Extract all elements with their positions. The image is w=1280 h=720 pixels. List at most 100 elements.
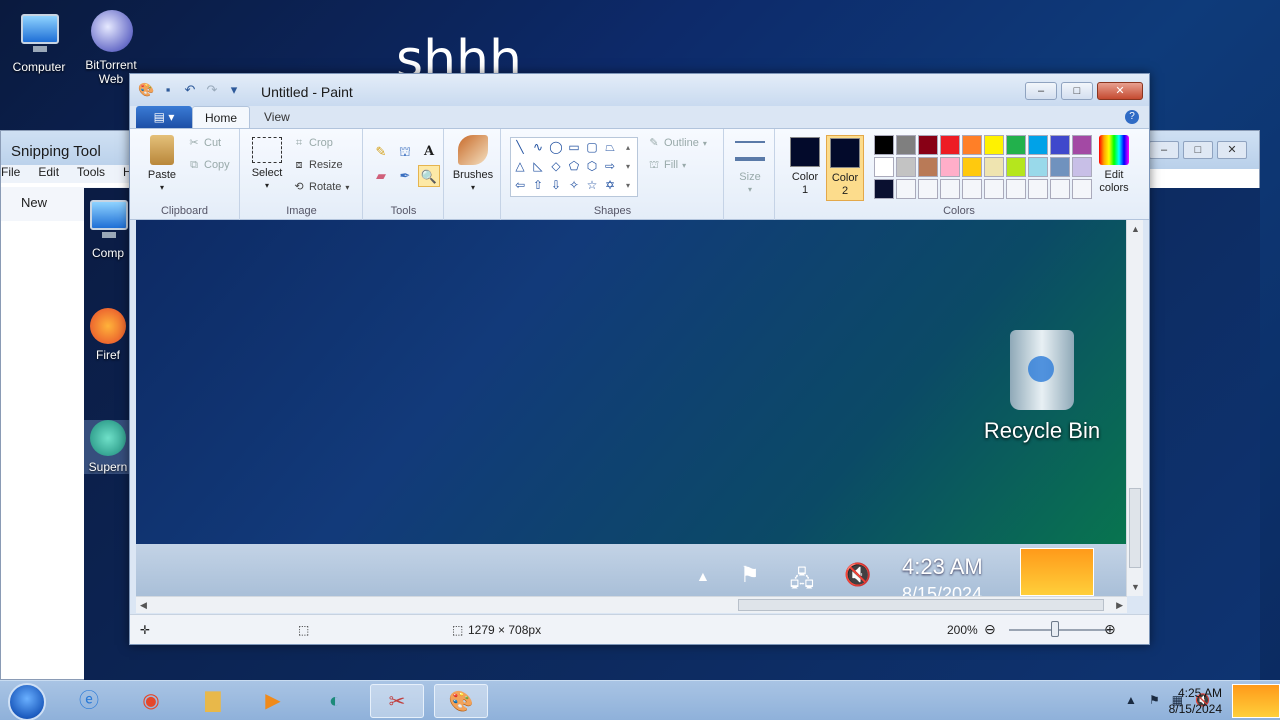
fill-bucket-icon[interactable]: ⛫ <box>394 141 416 163</box>
minimize-button[interactable]: – <box>1149 141 1179 159</box>
line-shape-icon[interactable]: ╲ <box>511 138 529 157</box>
six-point-star-shape-icon[interactable]: ✡ <box>601 176 619 195</box>
hexagon-shape-icon[interactable]: ⬡ <box>583 157 601 176</box>
paint-window[interactable]: 🎨 ▪ ↶ ↷ ▾ Untitled - Paint – □ ✕ ▤ ▾ Hom… <box>129 73 1150 645</box>
left-arrow-shape-icon[interactable]: ⇦ <box>511 176 529 195</box>
text-icon[interactable]: A <box>418 141 440 163</box>
menu-edit[interactable]: Edit <box>38 165 59 183</box>
vertical-scrollbar[interactable]: ▲ ▼ <box>1126 220 1143 596</box>
scroll-left-arrow[interactable]: ◀ <box>140 600 147 611</box>
shapes-gallery[interactable]: ╲ ∿ ◯ ▭ ▢ ⏢ ▴ △ ◺ ◇ ⬠ ⬡ ⇨ ▾ ⇦ ⇧ ⇩ ✧ ☆ ✡ ▾ <box>510 137 638 197</box>
scroll-thumb[interactable] <box>738 599 1104 611</box>
palette-swatch[interactable] <box>1006 135 1026 155</box>
color1-button[interactable]: Color 1 <box>786 135 824 196</box>
rounded-rectangle-shape-icon[interactable]: ▢ <box>583 138 601 157</box>
maximize-button[interactable]: □ <box>1061 82 1093 100</box>
scroll-down-arrow[interactable]: ▼ <box>1131 582 1140 592</box>
palette-swatch[interactable] <box>874 135 894 155</box>
show-hidden-icons-icon[interactable]: ▲ <box>1125 693 1137 707</box>
palette-swatch[interactable] <box>984 179 1004 199</box>
taskbar-internet-explorer[interactable]: ⓔ <box>62 684 116 718</box>
palette-swatch[interactable] <box>1028 135 1048 155</box>
palette-swatch[interactable] <box>1050 135 1070 155</box>
maximize-button[interactable]: □ <box>1183 141 1213 159</box>
triangle-shape-icon[interactable]: △ <box>511 157 529 176</box>
fill-button[interactable]: ⛫ Fill ▾ <box>648 159 686 171</box>
rotate-button[interactable]: ⟲ Rotate ▾ <box>293 181 349 193</box>
scroll-up-icon[interactable]: ▴ <box>619 138 637 157</box>
paint-app-icon[interactable]: 🎨 <box>138 82 154 98</box>
rectangle-shape-icon[interactable]: ▭ <box>565 138 583 157</box>
polygon-shape-icon[interactable]: ⏢ <box>601 138 619 157</box>
taskbar-file-explorer[interactable]: ▇ <box>186 684 240 718</box>
new-snip-button[interactable]: New <box>21 195 47 210</box>
canvas-image[interactable]: Recycle Bin ▲ ⚑ 🖧 🔇 4:23 AM 8/15/2024 <box>136 220 1127 596</box>
five-point-star-shape-icon[interactable]: ☆ <box>583 176 601 195</box>
more-shapes-icon[interactable]: ▾ <box>619 176 637 195</box>
scroll-up-arrow[interactable]: ▲ <box>1131 224 1140 234</box>
palette-swatch[interactable] <box>1072 157 1092 177</box>
eraser-icon[interactable]: ▰ <box>370 165 392 187</box>
undo-icon[interactable]: ↶ <box>182 82 198 98</box>
palette-swatch[interactable] <box>1072 179 1092 199</box>
resize-button[interactable]: ⧈ Resize <box>293 159 343 171</box>
menu-tools[interactable]: Tools <box>77 165 105 183</box>
zoom-slider-thumb[interactable] <box>1051 621 1059 637</box>
oval-shape-icon[interactable]: ◯ <box>547 138 565 157</box>
palette-swatch[interactable] <box>984 135 1004 155</box>
palette-swatch[interactable] <box>1006 157 1026 177</box>
palette-swatch[interactable] <box>962 135 982 155</box>
tab-view[interactable]: View <box>252 106 302 128</box>
customize-qat-icon[interactable]: ▾ <box>226 82 242 98</box>
pentagon-shape-icon[interactable]: ⬠ <box>565 157 583 176</box>
canvas-area[interactable]: Recycle Bin ▲ ⚑ 🖧 🔇 4:23 AM 8/15/2024 <box>136 220 1127 596</box>
magnifier-icon[interactable]: 🔍 <box>418 165 440 187</box>
palette-swatch[interactable] <box>984 157 1004 177</box>
color2-button[interactable]: Color 2 <box>826 135 864 201</box>
palette-swatch[interactable] <box>918 179 938 199</box>
down-arrow-shape-icon[interactable]: ⇩ <box>547 176 565 195</box>
menu-file[interactable]: File <box>1 165 20 183</box>
paste-button[interactable]: Paste ▾ <box>140 135 184 193</box>
palette-swatch[interactable] <box>896 157 916 177</box>
horizontal-scrollbar[interactable]: ◀ ▶ <box>136 596 1127 613</box>
size-button[interactable]: Size ▾ <box>731 135 769 195</box>
scroll-right-arrow[interactable]: ▶ <box>1116 600 1123 611</box>
palette-swatch[interactable] <box>1028 179 1048 199</box>
palette-swatch[interactable] <box>918 135 938 155</box>
scroll-down-icon[interactable]: ▾ <box>619 157 637 176</box>
right-arrow-shape-icon[interactable]: ⇨ <box>601 157 619 176</box>
palette-swatch[interactable] <box>940 135 960 155</box>
zoom-out-button[interactable]: ⊖ <box>984 621 996 638</box>
start-button[interactable] <box>8 683 46 720</box>
diamond-shape-icon[interactable]: ◇ <box>547 157 565 176</box>
help-icon[interactable]: ? <box>1125 110 1139 124</box>
palette-swatch[interactable] <box>1050 179 1070 199</box>
palette-swatch[interactable] <box>896 179 916 199</box>
minimize-button[interactable]: – <box>1025 82 1057 100</box>
curve-shape-icon[interactable]: ∿ <box>529 138 547 157</box>
zoom-slider[interactable] <box>1009 629 1109 631</box>
taskbar-firefox[interactable]: ◉ <box>124 684 178 718</box>
palette-swatch[interactable] <box>1028 157 1048 177</box>
paint-menu-button[interactable]: ▤ ▾ <box>136 106 192 128</box>
four-point-star-shape-icon[interactable]: ✧ <box>565 176 583 195</box>
save-icon[interactable]: ▪ <box>160 82 176 98</box>
taskbar-snipping-tool[interactable]: ✂ <box>370 684 424 718</box>
palette-swatch[interactable] <box>918 157 938 177</box>
palette-swatch[interactable] <box>962 179 982 199</box>
close-button[interactable]: ✕ <box>1097 82 1143 100</box>
palette-swatch[interactable] <box>940 157 960 177</box>
redo-icon[interactable]: ↷ <box>204 82 220 98</box>
palette-swatch[interactable] <box>962 157 982 177</box>
palette-swatch[interactable] <box>940 179 960 199</box>
right-triangle-shape-icon[interactable]: ◺ <box>529 157 547 176</box>
cut-button[interactable]: ✂ Cut <box>188 137 221 149</box>
pencil-icon[interactable]: ✎ <box>370 141 392 163</box>
close-button[interactable]: ✕ <box>1217 141 1247 159</box>
up-arrow-shape-icon[interactable]: ⇧ <box>529 176 547 195</box>
tab-home[interactable]: Home <box>192 106 251 128</box>
palette-swatch[interactable] <box>1072 135 1092 155</box>
palette-swatch[interactable] <box>1006 179 1026 199</box>
show-desktop-button[interactable] <box>1232 684 1280 718</box>
